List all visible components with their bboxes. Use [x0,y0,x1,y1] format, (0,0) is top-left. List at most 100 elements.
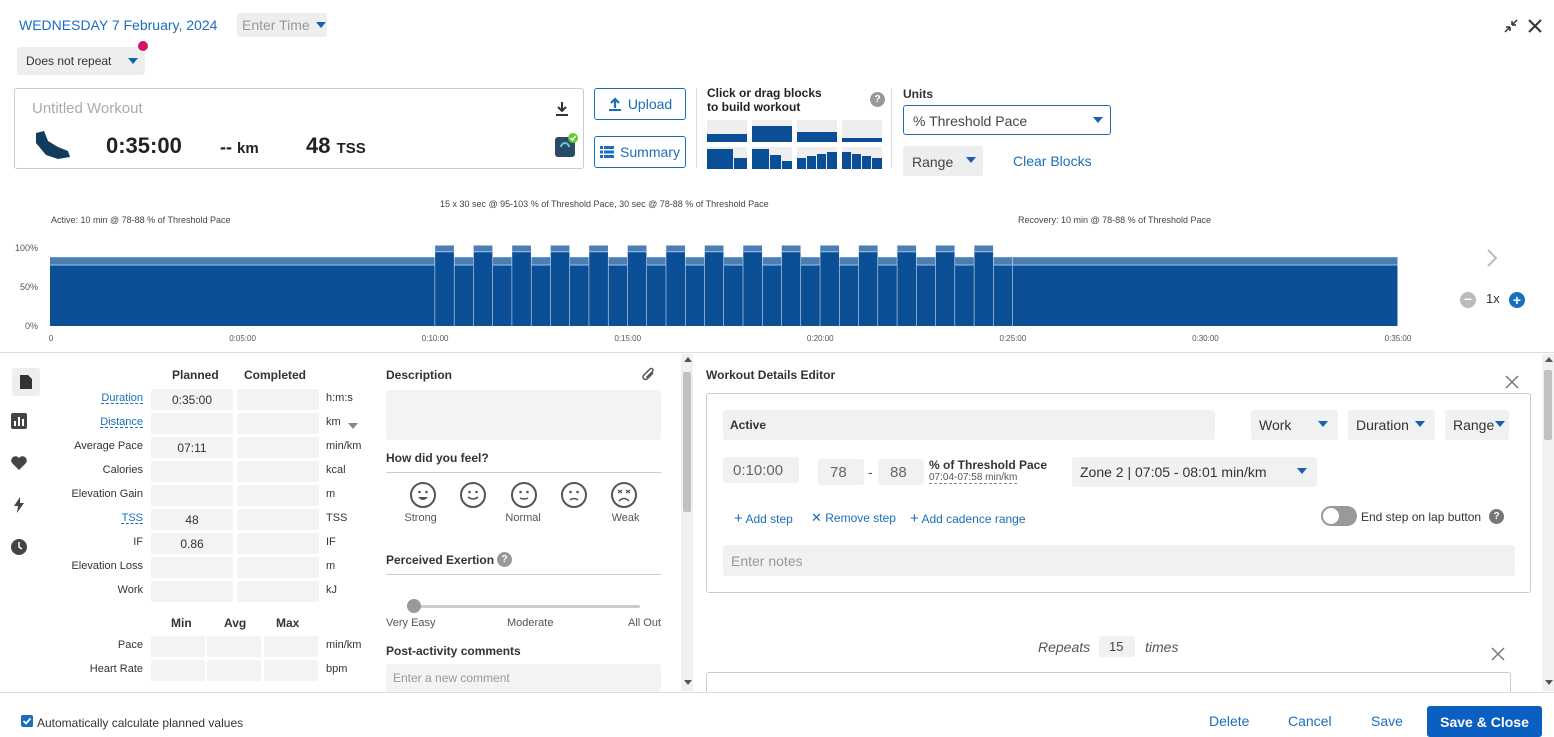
block-active[interactable] [752,120,792,142]
min-input[interactable] [151,660,205,681]
planned-input[interactable] [151,557,233,578]
step-range-select[interactable]: Range [1445,410,1509,440]
face-weak-icon[interactable] [611,482,637,508]
add-cadence-link[interactable]: + Add cadence range [910,510,1026,527]
device-sync-icon[interactable] [553,133,579,162]
block-two-step[interactable] [707,147,747,169]
help-icon[interactable]: ? [497,552,512,567]
planned-input[interactable]: 0.86 [151,533,233,554]
chevron-right-icon[interactable] [1486,248,1498,271]
heart-icon[interactable] [8,452,30,474]
close-icon[interactable] [1527,18,1543,37]
planned-input[interactable] [151,461,233,482]
cancel-button[interactable]: Cancel [1288,713,1332,729]
scroll-down-icon[interactable] [1545,680,1553,685]
scroll-up-icon[interactable] [1545,357,1553,362]
chart-work-bar-range [897,245,917,252]
completed-input[interactable] [237,461,319,482]
face-strong-icon[interactable] [410,482,436,508]
add-step-link[interactable]: + Add step [734,510,793,527]
workout-title-input[interactable]: Untitled Workout [32,100,143,117]
range-select[interactable]: Range [903,146,983,176]
step-name-input[interactable]: Active [723,410,1215,440]
units-select[interactable]: % Threshold Pace [903,105,1111,135]
repeat-select[interactable]: Does not repeat [17,47,145,75]
face-poor-icon[interactable] [561,482,587,508]
exertion-slider-track[interactable] [414,605,640,608]
block-three-step[interactable] [752,147,792,169]
comment-input[interactable]: Enter a new comment [386,664,661,692]
completed-input[interactable] [237,509,319,530]
step-duration-input[interactable]: 0:10:00 [723,457,799,483]
notes-input[interactable]: Enter notes [723,545,1515,576]
zoom-in-icon[interactable]: + [1509,292,1525,308]
right-panel-scrollbar[interactable] [1542,354,1554,691]
scroll-up-icon[interactable] [684,357,692,362]
bar-chart-icon[interactable] [8,410,30,432]
clock-icon[interactable] [8,536,30,558]
planned-input[interactable]: 48 [151,509,233,530]
planned-input[interactable] [151,413,233,434]
workout-date[interactable]: WEDNESDAY 7 February, 2024 [19,17,217,33]
completed-input[interactable] [237,533,319,554]
target-low-input[interactable]: 78 [818,459,864,485]
help-icon[interactable]: ? [870,92,885,107]
stat-label[interactable]: TSS [53,512,143,524]
step-measure-select[interactable]: Duration [1348,410,1435,440]
time-select[interactable]: Enter Time [237,13,327,37]
workout-chart[interactable]: 100% 50% 0% 0 0:05:00 0:10:00 0:15:00 0:20:00 0:… [0,190,1554,350]
planned-input[interactable] [151,581,233,602]
completed-input[interactable] [237,485,319,506]
end-lap-toggle[interactable] [1321,506,1357,526]
completed-input[interactable] [237,413,319,434]
exertion-slider-handle[interactable] [407,599,421,613]
lightning-icon[interactable] [8,494,30,516]
scroll-down-icon[interactable] [684,680,692,685]
delete-button[interactable]: Delete [1209,713,1249,729]
completed-input[interactable] [237,557,319,578]
planned-input[interactable]: 0:35:00 [151,389,233,410]
target-high-input[interactable]: 88 [878,459,924,485]
zone-select[interactable]: Zone 2 | 07:05 - 08:01 min/km [1072,457,1317,487]
stat-label[interactable]: Distance [53,416,143,428]
block-recovery[interactable] [797,120,837,142]
planned-input[interactable]: 07:11 [151,437,233,458]
avg-input[interactable] [207,660,261,681]
avg-input[interactable] [207,636,261,657]
summary-button[interactable]: Summary [594,136,686,168]
save-close-button[interactable]: Save & Close [1427,706,1542,737]
min-input[interactable] [151,636,205,657]
repeats-input[interactable]: 15 [1099,636,1135,657]
planned-input[interactable] [151,485,233,506]
completed-input[interactable] [237,581,319,602]
remove-step-link[interactable]: ✕ Remove step [811,510,896,526]
left-panel-scrollbar[interactable] [681,354,693,691]
face-normal-icon[interactable] [511,482,537,508]
stat-label[interactable]: Duration [53,392,143,404]
document-icon[interactable] [12,368,40,396]
completed-input[interactable] [237,437,319,458]
clear-blocks-link[interactable]: Clear Blocks [1013,153,1092,169]
face-good-icon[interactable] [460,482,486,508]
close-icon[interactable] [1505,375,1519,392]
max-input[interactable] [264,636,318,657]
download-icon[interactable] [555,101,569,120]
collapse-icon[interactable] [1503,18,1519,37]
chart-work-bar [820,251,840,326]
completed-input[interactable] [237,389,319,410]
help-icon[interactable]: ? [1489,509,1504,524]
block-warmup[interactable] [707,120,747,142]
block-ramp-up[interactable] [797,147,837,169]
zoom-out-icon[interactable]: − [1460,292,1476,308]
close-icon[interactable] [1491,647,1505,664]
save-button[interactable]: Save [1371,713,1403,729]
max-input[interactable] [264,660,318,681]
upload-button[interactable]: Upload [594,88,686,120]
attachment-icon[interactable] [641,366,657,387]
block-cooldown[interactable] [842,120,882,142]
step-type-select[interactable]: Work [1251,410,1338,440]
chevron-down-icon[interactable] [348,418,358,432]
description-input[interactable] [386,390,661,440]
block-ramp-down[interactable] [842,147,882,169]
auto-calc-checkbox[interactable] [21,715,33,727]
